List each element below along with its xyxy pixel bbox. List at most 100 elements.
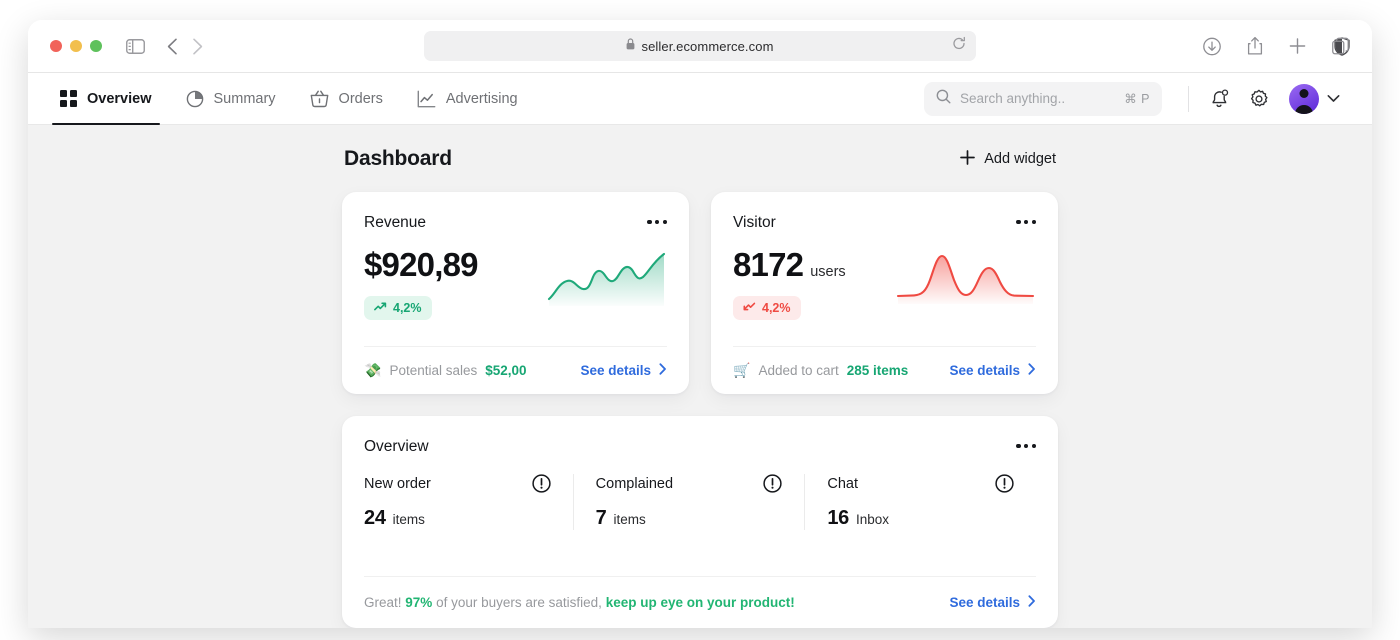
page-title: Dashboard — [344, 147, 452, 170]
complained-value-row: 7 items — [596, 507, 787, 530]
added-to-cart-label: Added to cart — [758, 363, 839, 378]
bell-icon[interactable] — [1209, 88, 1229, 109]
alert-circle-icon[interactable] — [532, 474, 551, 493]
tab-overview-label: Overview — [87, 90, 152, 107]
chat-label: Chat — [827, 475, 858, 492]
add-widget-button[interactable]: Add widget — [960, 149, 1056, 169]
chat-count: 16 — [827, 507, 849, 529]
close-window-button[interactable] — [50, 40, 62, 52]
more-options-icon[interactable] — [1016, 214, 1036, 225]
add-widget-label: Add widget — [984, 151, 1056, 167]
revenue-card-title: Revenue — [364, 214, 427, 231]
revenue-sparkline — [547, 250, 667, 315]
visitor-change-value: 4,2% — [762, 300, 791, 315]
url-text: seller.ecommerce.com — [641, 38, 774, 54]
overview-column-chat: Chat 16 Inbox — [804, 474, 1036, 530]
message-middle: of your buyers are satisfied, — [436, 595, 602, 610]
dashboard-page: Dashboard Add widget Revenue $920,89 4,2… — [28, 125, 1372, 628]
visitor-card: Visitor 8172 users 4,2% 🛒 Added to cart … — [711, 192, 1058, 394]
visitor-stat: 8172 users 4,2% — [733, 246, 846, 320]
minimize-window-button[interactable] — [70, 40, 82, 52]
nav-right-cluster: ⌘ P — [924, 81, 1340, 116]
new-order-value-row: 24 items — [364, 507, 555, 530]
plus-icon — [960, 149, 976, 169]
browser-actions — [1203, 36, 1350, 56]
address-bar[interactable]: seller.ecommerce.com — [424, 31, 976, 61]
complained-count: 7 — [595, 507, 607, 529]
potential-sales-label: Potential sales — [389, 363, 478, 378]
tab-orders[interactable]: Orders — [310, 73, 383, 124]
search-shortcut-label: ⌘ P — [1124, 92, 1150, 106]
forward-arrow-icon[interactable] — [192, 38, 203, 55]
address-bar-container: seller.ecommerce.com — [424, 31, 976, 61]
more-options-icon[interactable] — [647, 214, 667, 225]
revenue-change-value: 4,2% — [393, 300, 422, 315]
revenue-amount: $920,89 — [364, 246, 478, 283]
added-to-cart-note: 🛒 Added to cart 285 items — [733, 362, 908, 379]
pie-chart-icon — [186, 90, 204, 108]
alert-circle-icon[interactable] — [995, 474, 1014, 493]
trending-up-icon — [374, 301, 387, 315]
revenue-card-header: Revenue — [364, 214, 667, 232]
visitor-card-header: Visitor — [733, 214, 1036, 232]
added-to-cart-value: 285 items — [846, 363, 909, 378]
more-options-icon[interactable] — [1016, 438, 1036, 449]
overview-see-details-label: See details — [949, 595, 1020, 610]
tab-summary[interactable]: Summary — [186, 73, 276, 124]
gear-icon[interactable] — [1249, 89, 1269, 109]
chevron-right-icon — [1028, 363, 1036, 378]
tab-overview[interactable]: Overview — [52, 73, 159, 125]
tab-advertising[interactable]: Advertising — [417, 73, 518, 124]
app-navigation-bar: Overview Summary Orders Advertising Sear… — [28, 73, 1372, 125]
grid-icon — [60, 90, 77, 107]
reload-icon[interactable] — [952, 36, 966, 56]
overview-card: Overview New order 24 items Complained 7… — [342, 416, 1058, 628]
chevron-down-icon[interactable] — [1327, 94, 1340, 103]
revenue-stat: $920,89 4,2% — [364, 246, 478, 320]
avatar-head — [1299, 88, 1309, 98]
navigation-arrows — [167, 38, 203, 55]
user-avatar[interactable] — [1289, 83, 1319, 114]
revenue-change-badge: 4,2% — [364, 295, 432, 320]
new-order-count: 24 — [364, 507, 386, 529]
message-prefix: Great! — [364, 595, 402, 610]
revenue-card-footer: 💸 Potential sales $52,00 See details — [364, 346, 667, 394]
chat-unit: Inbox — [856, 512, 890, 527]
new-tab-plus-icon[interactable] — [1289, 38, 1306, 55]
maximize-window-button[interactable] — [90, 40, 102, 52]
chevron-right-icon — [1028, 595, 1036, 610]
line-chart-icon — [417, 90, 436, 108]
tab-orders-label: Orders — [338, 90, 383, 107]
search-box[interactable]: ⌘ P — [924, 81, 1162, 116]
chevron-right-icon — [659, 363, 667, 378]
new-order-label: New order — [364, 475, 431, 492]
trending-down-icon — [743, 301, 756, 315]
back-arrow-icon[interactable] — [167, 38, 178, 55]
revenue-see-details-link[interactable]: See details — [580, 363, 667, 378]
overview-column-header: Chat — [827, 474, 1018, 493]
satisfaction-percent: 97% — [405, 595, 433, 610]
tab-summary-label: Summary — [213, 90, 276, 107]
visitor-sparkline — [896, 250, 1036, 315]
overview-column-header: Complained — [596, 474, 787, 493]
overview-see-details-link[interactable]: See details — [949, 595, 1036, 610]
overview-card-footer: Great! 97% of your buyers are satisfied,… — [364, 576, 1036, 628]
avatar-body — [1295, 104, 1313, 114]
alert-circle-icon[interactable] — [763, 474, 782, 493]
shopping-cart-icon: 🛒 — [733, 362, 751, 378]
search-input[interactable] — [960, 91, 1095, 106]
overview-columns: New order 24 items Complained 7 items Ch… — [364, 474, 1036, 530]
sidebar-toggle-icon[interactable] — [126, 38, 145, 54]
share-icon[interactable] — [1247, 36, 1263, 56]
visitor-change-badge: 4,2% — [733, 295, 801, 320]
tab-overview-icon[interactable] — [1332, 37, 1350, 55]
money-wings-icon: 💸 — [364, 362, 382, 378]
visitor-card-footer: 🛒 Added to cart 285 items See details — [733, 346, 1036, 394]
overview-card-header: Overview — [364, 438, 1036, 456]
visitor-see-details-link[interactable]: See details — [949, 363, 1036, 378]
revenue-value: $920,89 — [364, 246, 478, 283]
stat-cards-row: Revenue $920,89 4,2% 💸 Potential sales $… — [342, 192, 1058, 394]
overview-column-header: New order — [364, 474, 555, 493]
browser-toolbar: seller.ecommerce.com — [28, 20, 1372, 73]
download-icon[interactable] — [1203, 37, 1221, 55]
